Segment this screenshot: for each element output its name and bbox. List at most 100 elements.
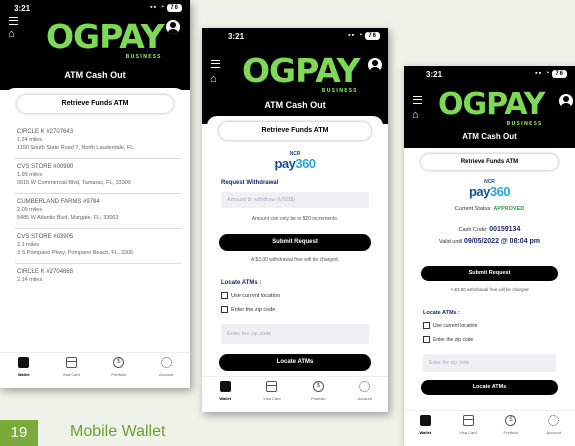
menu-icon[interactable] [211,60,220,68]
menu-icon[interactable] [9,17,18,25]
phone-screen-atm-list: 3:21 ▪▪ ◔ 76 ⌂ OGPAY BUSINESS ATM Cash Ou… [0,0,190,388]
tab-visa-card[interactable]: Visa Card [48,357,96,377]
logo-sub: BUSINESS [321,88,358,94]
valid-prefix: Valid until [438,239,463,245]
tab-wallet[interactable]: Wallet [0,357,48,377]
submit-request-button[interactable]: Submit Request [219,234,371,251]
retrieve-funds-atm-button[interactable]: Retrieve Funds ATM [421,154,558,170]
tab-account[interactable]: Account [143,357,191,377]
atm-distance: 2.09 miles [17,207,43,213]
card-icon [266,381,278,392]
tab-visa-card[interactable]: Visa Card [249,381,296,401]
tab-portfolio[interactable]: $ Portfolio [95,357,143,377]
atm-list-item[interactable]: CIRCLE K #2704865 2.14 miles [17,268,181,284]
signal-wifi-icons: ▪▪ ◔ 76 [150,4,182,12]
tab-label: Portfolio [503,430,519,435]
tab-account[interactable]: Account [532,415,575,435]
logo-text: OGPAY [242,51,361,90]
zip-code-input[interactable]: Enter the zip code [423,354,556,372]
divider [15,263,181,264]
atm-list-item[interactable]: CVS STORE #00990 1.99 miles 3915 W Comme… [17,163,181,187]
checkbox-label: Use current location [231,293,280,299]
app-header: 3:21 ▪▪ ◔ 76 ⌂ OGPAY BUSINESS ATM Cash Ou… [0,0,190,90]
use-location-checkbox[interactable]: Use current location [423,322,477,330]
increments-note: Amount can only be in $20 increments. [251,216,339,222]
cash-code-value: 00159134 [489,226,521,233]
ncr-pay360-logo: NCR pay360 [207,152,383,171]
user-icon[interactable] [166,20,180,34]
status-time: 3:21 [228,32,245,41]
tab-label: Account [159,372,174,377]
ncr-num-text: 360 [489,184,511,199]
tab-label: Visa Card [459,430,477,435]
menu-icon[interactable] [413,96,422,104]
enter-zip-checkbox[interactable]: Enter the zip code [423,336,473,344]
checkbox-icon [423,322,430,330]
use-location-checkbox[interactable]: Use current location [221,292,280,300]
tab-label: Account [357,396,372,401]
home-icon[interactable]: ⌂ [210,74,217,85]
user-icon[interactable] [368,58,382,72]
tab-portfolio[interactable]: $ Portfolio [490,415,533,435]
atm-address: 1190 South State Road 7, North Lauderdal… [17,145,135,151]
status-time: 3:21 [426,70,443,79]
tab-wallet[interactable]: Wallet [404,415,447,435]
page-title: ATM Cash Out [264,100,326,110]
amount-input[interactable]: Amount to withdraw (USD$) [221,192,369,208]
checkbox-icon [221,306,228,314]
ncr-pay-text: pay [468,184,490,199]
tab-portfolio[interactable]: $ Portfolio [295,381,342,401]
bottom-tab-bar: Wallet Visa Card $ Portfolio Account [202,376,388,412]
phone-screen-approved: 3:21 ▪▪ ◔ 76 ⌂ OGPAY BUSINESS ATM Cash Ou… [404,66,575,446]
phone-screen-request-withdrawal: 3:21 ▪▪ ◔ 76 ⌂ OGPAY BUSINESS ATM Cash Ou… [202,28,388,412]
page-title: ATM Cash Out [64,70,126,80]
wallet-icon [419,415,431,426]
retrieve-funds-atm-button[interactable]: Retrieve Funds ATM [17,95,173,113]
atm-name: CIRCLE K #2707643 [17,129,74,135]
signal-wifi-icons: ▪▪ ◔ 76 [348,32,380,40]
locate-atms-button[interactable]: Locate ATMs [219,354,371,371]
content-card: Retrieve Funds ATM NCR pay360 Current St… [409,150,570,408]
cash-code-prefix: Cash Code: [458,227,488,233]
wallet-icon [219,381,231,392]
retrieve-funds-atm-button[interactable]: Retrieve Funds ATM [219,122,371,140]
fee-note: A $3.00 withdrawal free will be charged. [250,257,340,263]
tab-label: Account [546,430,561,435]
valid-until-value: 09/05/2022 @ 08:04 pm [463,238,541,245]
checkbox-icon [423,336,430,344]
home-icon[interactable]: ⌂ [412,110,419,121]
content-card: Retrieve Funds ATM CIRCLE K #2707643 1.2… [5,88,185,350]
home-icon[interactable]: ⌂ [8,29,15,40]
status-bar: 3:21 ▪▪ ◔ 76 [404,70,575,80]
atm-list-item[interactable]: CVS STORE #03905 2.1 miles 3 S Pompano P… [17,233,181,257]
atm-distance: 2.14 miles [17,277,43,283]
atm-list-item[interactable]: CIRCLE K #2707643 1.24 miles 1190 South … [17,128,181,152]
atm-address: 3 S Pompano Pkwy, Pompano Beach, FL, 330… [17,250,134,256]
status-time: 3:21 [14,4,31,13]
gear-icon [359,381,371,392]
atm-address: 3915 W Commercial Blvd, Tamarac, FL, 333… [17,180,131,186]
section-title: Mobile Wallet [70,423,166,440]
page-number: 19 [0,420,38,446]
card-icon [462,415,474,426]
logo-text: OGPAY [46,17,165,56]
tab-wallet[interactable]: Wallet [202,381,249,401]
battery-icon: 76 [552,70,567,78]
enter-zip-checkbox[interactable]: Enter the zip code [221,306,275,314]
cash-code: Cash Code: 00159134 [409,226,570,233]
tab-visa-card[interactable]: Visa Card [447,415,490,435]
zip-code-input[interactable]: Enter the zip code [221,324,369,344]
atm-list-item[interactable]: CUMBERLAND FARMS #9784 2.09 miles 5485 W… [17,198,181,222]
submit-request-button[interactable]: Submit Request [421,266,558,281]
tab-account[interactable]: Account [342,381,389,401]
user-icon[interactable] [559,94,573,108]
card-icon [65,357,77,368]
portfolio-icon: $ [312,381,324,392]
bottom-tab-bar: Wallet Visa Card $ Portfolio Account [0,352,190,388]
page-title: ATM Cash Out [462,132,517,141]
locate-atms-button[interactable]: Locate ATMs [421,380,558,395]
tab-label: Wallet [219,396,232,401]
tab-label: Visa Card [62,372,81,377]
status-bar: 3:21 ▪▪ ◔ 76 [0,4,190,14]
app-header: 3:21 ▪▪ ◔ 76 ⌂ OGPAY BUSINESS ATM Cash Ou… [404,66,575,148]
